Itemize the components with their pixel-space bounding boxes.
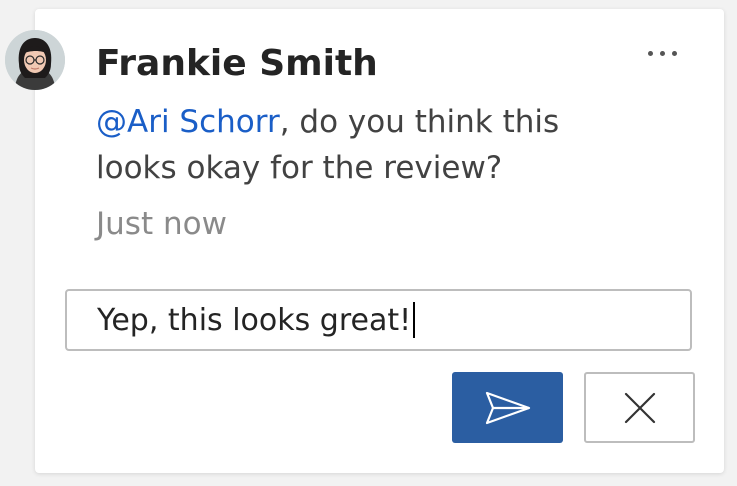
comment-message: @Ari Schorr, do you think this looks oka… [96,99,616,191]
cancel-button[interactable] [584,372,695,443]
mention-link[interactable]: @Ari Schorr [96,104,280,140]
text-caret [413,302,416,338]
comment-author: Frankie Smith [96,43,378,84]
avatar[interactable] [5,30,65,90]
more-horizontal-icon [659,50,665,56]
send-button[interactable] [452,372,563,443]
more-options-button[interactable] [633,38,691,68]
more-horizontal-icon [647,50,653,56]
more-horizontal-icon [671,50,677,56]
comment-timestamp: Just now [96,206,227,242]
send-icon [485,391,530,424]
reply-input-value: Yep, this looks great! [97,302,412,338]
avatar-image [5,30,65,90]
reply-input[interactable]: Yep, this looks great! [65,289,692,351]
close-icon [624,392,655,423]
